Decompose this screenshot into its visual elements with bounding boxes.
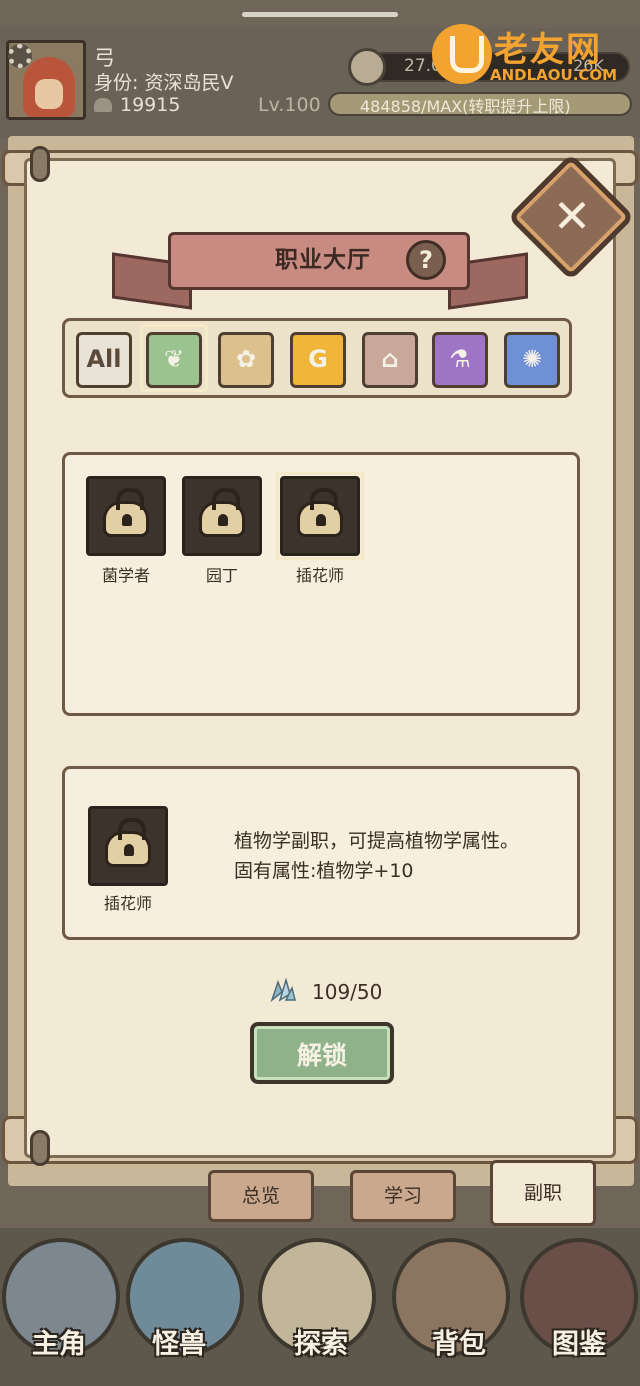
- job-tile-mycologist[interactable]: [86, 476, 166, 556]
- job-label: 园丁: [205, 566, 238, 585]
- gear-icon[interactable]: [8, 44, 32, 68]
- category-plant-button[interactable]: ❦: [146, 332, 202, 388]
- job-description: 植物学副职，可提高植物学属性。: [234, 830, 520, 852]
- coin-icon: [348, 48, 386, 86]
- level-label: Lv.100: [258, 94, 321, 116]
- help-button[interactable]: ?: [406, 240, 446, 280]
- job-label: 插花师: [295, 566, 344, 585]
- lock-icon: [105, 818, 151, 867]
- category-home-button[interactable]: ⌂: [362, 332, 418, 388]
- scroll-pin-icon: [30, 1130, 50, 1166]
- category-magic-button[interactable]: ✺: [504, 332, 560, 388]
- crystal-icon: [270, 978, 296, 1002]
- watermark-title: 老友网: [494, 30, 602, 70]
- unlock-cost: 109/50: [312, 980, 383, 1004]
- category-all-button[interactable]: All: [76, 332, 132, 388]
- nav-codex-label[interactable]: 图鉴: [520, 1322, 638, 1361]
- job-attribute: 固有属性:植物学+10: [234, 860, 414, 882]
- selected-job-icon: [88, 806, 168, 886]
- xp-text: 484858/MAX(转职提升上限): [360, 97, 571, 116]
- power-value: 19915: [120, 94, 181, 116]
- home-indicator: [242, 12, 398, 17]
- lock-icon: [103, 488, 149, 537]
- scroll-pin-icon: [30, 146, 50, 182]
- nav-explore-label[interactable]: 探索: [262, 1322, 380, 1361]
- player-identity: 身份: 资深岛民V: [94, 72, 234, 94]
- job-tile-gardener[interactable]: [182, 476, 262, 556]
- category-animal-button[interactable]: ✿: [218, 332, 274, 388]
- category-alchemy-button[interactable]: ⚗: [432, 332, 488, 388]
- tab-sub-job[interactable]: 副职: [490, 1160, 596, 1226]
- job-tile-florist[interactable]: [280, 476, 360, 556]
- unlock-button-label[interactable]: 解锁: [250, 1036, 394, 1072]
- nav-bag-label[interactable]: 背包: [400, 1322, 518, 1361]
- close-icon[interactable]: ✕: [548, 192, 596, 240]
- nav-hero-label[interactable]: 主角: [0, 1322, 118, 1361]
- tab-study[interactable]: 学习: [350, 1170, 456, 1222]
- watermark-subtitle: ANDLAOU.COM: [490, 66, 618, 84]
- watermark-logo-icon: [432, 24, 492, 84]
- lock-icon: [297, 488, 343, 537]
- lock-icon: [199, 488, 245, 537]
- tab-overview[interactable]: 总览: [208, 1170, 314, 1222]
- nav-monster-label[interactable]: 怪兽: [120, 1322, 238, 1361]
- power-icon: [94, 98, 112, 112]
- selected-job-name: 插花师: [103, 894, 152, 913]
- category-gold-button[interactable]: G: [290, 332, 346, 388]
- job-label: 菌学者: [101, 566, 150, 585]
